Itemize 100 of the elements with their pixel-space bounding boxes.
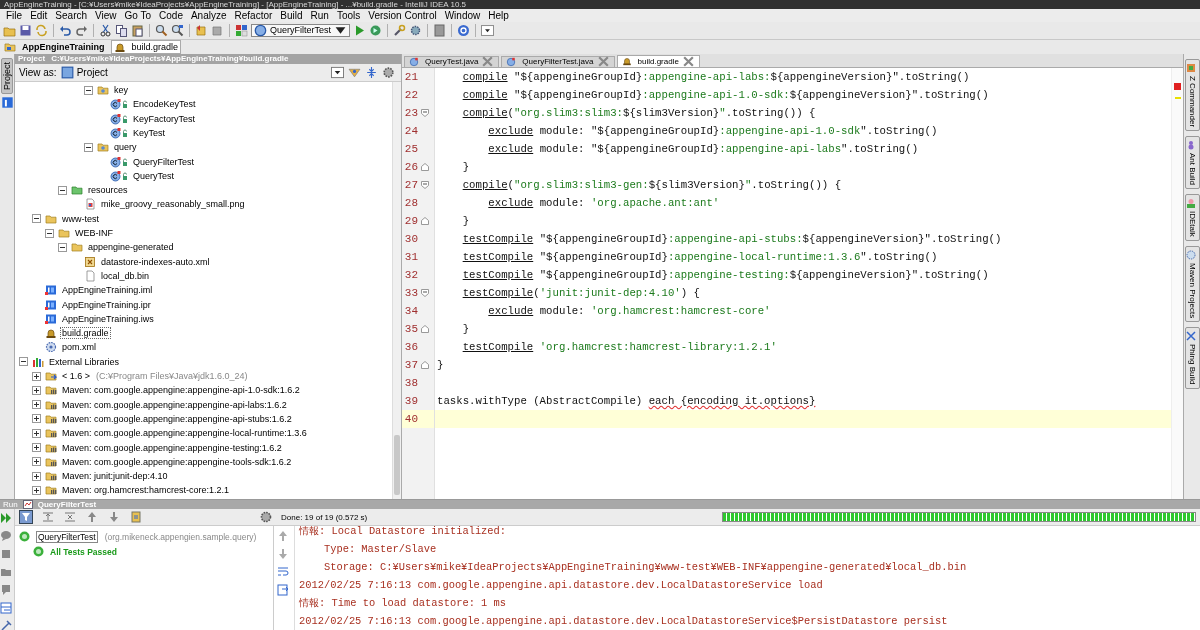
line-number: 21: [403, 70, 418, 83]
code-line: exclude module: 'org.apache.ant:ant': [487, 196, 720, 209]
line-number: 34: [403, 304, 418, 317]
line-number: 36: [403, 340, 418, 353]
code-line: exclude module: 'org.hamcrest:hamcrest-core': [487, 304, 771, 317]
menu-item[interactable]: Search: [51, 10, 92, 21]
code-line: compile("org.slim3:slim3-gen:${slim3Version}".toString()) {: [461, 178, 842, 191]
line-number: 26: [403, 160, 418, 173]
console-line: 2012/02/25 7:16:13 com.google.appengine.api.datastore.dev.LocalDatastoreService$PersistDatastore persist: [299, 614, 949, 629]
menu-item[interactable]: File: [2, 10, 27, 21]
menu-item[interactable]: Edit: [26, 10, 52, 21]
tree-item[interactable]: KeyFactoryTest: [131, 112, 198, 125]
menu-item[interactable]: Build: [276, 10, 307, 21]
menu-item[interactable]: Tools: [332, 10, 365, 21]
tool-window-button[interactable]: Ant Build: [1184, 136, 1200, 190]
test-package: (org.mikeneck.appengien.sample.query): [104, 531, 257, 542]
panel-title: Run: [3, 500, 18, 509]
tree-item[interactable]: query: [112, 141, 139, 154]
tree-item[interactable]: Maven: com.google.appengine:appengine-api-1.0-sdk:1.6.2: [60, 384, 302, 397]
code-line: exclude module: "${appengineGroupId}:appengine-api-1.0-sdk".toString(): [487, 124, 938, 137]
test-status: Done: 19 of 19 (0.572 s): [281, 512, 368, 522]
tree-item[interactable]: KeyTest: [131, 126, 167, 139]
console-line: 情報: Local Datastore initialized:: [299, 526, 508, 539]
editor-tab[interactable]: QueryTest.java: [404, 55, 500, 67]
tree-item[interactable]: AppEngineTraining.iws: [60, 312, 156, 325]
tree-item[interactable]: QueryTest: [131, 169, 176, 182]
window-title: AppEngineTraining - [C:¥Users¥mike¥IdeaProjects¥AppEngineTraining] - [AppEngineTraining] - ...¥build.gradle - IntelliJ IDEA 10.5: [4, 0, 467, 9]
tree-item[interactable]: WEB-INF: [73, 227, 115, 240]
tree-item[interactable]: AppEngineTraining.iml: [60, 284, 155, 297]
tree-item[interactable]: Maven: com.google.appengine:appengine-api-labs:1.6.2: [60, 398, 289, 411]
code-line: testCompile 'org.hamcrest:hamcrest-library:1.2.1': [461, 340, 777, 353]
code-line: exclude module: "${appengineGroupId}:appengine-api-labs".toString(): [487, 142, 919, 155]
tool-window-tab[interactable]: Project: [1, 57, 13, 94]
line-number: 40: [403, 412, 418, 425]
tree-item[interactable]: EncodeKeyTest: [131, 98, 198, 111]
menu-item[interactable]: Code: [155, 10, 187, 21]
tree-item[interactable]: local_db.bin: [99, 269, 152, 282]
code-line: compile "${appengineGroupId}:appengine-api-labs:${appengineVersion}".toString(): [461, 70, 970, 83]
menu-item[interactable]: Refactor: [230, 10, 277, 21]
editor-tab[interactable]: build.gradle: [616, 54, 700, 67]
menu-item[interactable]: Analyze: [186, 10, 231, 21]
tree-item[interactable]: AppEngineTraining.ipr: [60, 298, 153, 311]
code-line: testCompile "${appengineGroupId}:appengine-api-stubs:${appengineVersion}".toString(): [461, 232, 1002, 245]
line-number: 25: [403, 142, 418, 155]
tree-item[interactable]: QueryFilterTest: [131, 155, 196, 168]
code-line: compile "${appengineGroupId}:appengine-api-1.0-sdk:${appengineVersion}".toString(): [461, 88, 989, 101]
code-line: }: [436, 358, 444, 371]
tree-item[interactable]: www-test: [60, 212, 101, 225]
tree-item[interactable]: Maven: com.google.appengine:appengine-testing:1.6.2: [60, 441, 284, 454]
code-line: testCompile('junit:junit-dep:4.10') {: [461, 286, 700, 299]
tool-window-button[interactable]: Z Commander: [1184, 58, 1200, 132]
tree-item[interactable]: pom.xml: [60, 341, 98, 354]
code-line: }: [461, 214, 470, 227]
tool-window-button[interactable]: IDEtalk: [1184, 194, 1200, 241]
line-number: 39: [403, 394, 418, 407]
view-as-label: View as:: [19, 66, 57, 78]
console-line: 情報: Time to load datastore: 1 ms: [299, 596, 508, 611]
editor-tab[interactable]: QueryFilterTest.java: [501, 55, 615, 67]
line-number: 37: [403, 358, 418, 371]
code-line: testCompile "${appengineGroupId}:appengine-local-runtime:1.3.6".toString(): [461, 250, 938, 263]
console-line: 2012/02/25 7:16:13 com.google.appengine.api.datastore.dev.LocalDatastoreService load: [299, 578, 824, 593]
code-line: compile("org.slim3:slim3:${slim3Version}".toString()) {: [461, 106, 816, 119]
console-line: Type: Master/Slave: [322, 542, 438, 557]
tree-item[interactable]: Maven: junit:junit-dep:4.10: [60, 470, 170, 483]
menu-item[interactable]: Version Control: [364, 10, 441, 21]
tree-item[interactable]: External Libraries: [47, 355, 122, 368]
console-line: Storage: C:¥Users¥mike¥IdeaProjects¥AppEngineTraining¥www-test¥WEB-INF¥appengine-generated¥local_db.bin: [322, 560, 968, 575]
tree-item[interactable]: Maven: org.hamcrest:hamcrest-core:1.2.1: [60, 484, 232, 497]
tree-item[interactable]: Maven: com.google.appengine:appengine-tools-sdk:1.6.2: [60, 455, 294, 468]
view-selector[interactable]: Project: [60, 65, 108, 79]
tree-item[interactable]: resources: [86, 184, 130, 197]
tool-window-button[interactable]: Maven Projects: [1184, 245, 1200, 323]
tree-item[interactable]: Maven: com.google.appengine:appengine-api-stubs:1.6.2: [60, 412, 294, 425]
file-path: C:¥Users¥mike¥IdeaProjects¥AppEngineTraining¥build.gradle: [51, 54, 289, 64]
tree-item[interactable]: key: [112, 84, 130, 97]
code-line: }: [461, 322, 470, 335]
run-config-dropdown[interactable]: QueryFilterTest: [251, 23, 350, 37]
tree-item[interactable]: < 1.6 >: [60, 370, 93, 382]
tree-item[interactable]: appengine-generated: [86, 241, 176, 254]
line-number: 38: [403, 376, 418, 389]
code-line: tasks.withType (AbstractCompile) each {encoding it.options}: [436, 394, 816, 407]
menu-item[interactable]: View: [91, 10, 121, 21]
tree-item[interactable]: build.gradle: [60, 327, 111, 340]
panel-title: Project: [18, 54, 46, 64]
tool-window-button[interactable]: Phing Build: [1184, 327, 1200, 389]
tree-item[interactable]: Maven: com.google.appengine:appengine-local-runtime:1.3.6: [60, 427, 309, 440]
tree-item[interactable]: datastore-indexes-auto.xml: [99, 255, 212, 268]
test-tree-item[interactable]: All Tests Passed: [50, 546, 117, 557]
menu-item[interactable]: Go To: [120, 10, 156, 21]
menu-item[interactable]: Run: [306, 10, 333, 21]
line-number: 32: [403, 268, 418, 281]
code-line: }: [461, 160, 470, 173]
line-number: 33: [403, 286, 418, 299]
menu-item[interactable]: Window: [440, 10, 485, 21]
tree-item[interactable]: mike_groovy_reasonably_small.png: [99, 198, 247, 211]
test-tree-item[interactable]: QueryFilterTest: [36, 530, 98, 543]
breadcrumb[interactable]: AppEngineTraining: [4, 40, 105, 53]
menu-item[interactable]: Help: [484, 10, 513, 21]
line-number: 22: [403, 88, 418, 101]
tree-item-detail: (C:¥Program Files¥Java¥jdk1.6.0_24): [96, 371, 248, 381]
